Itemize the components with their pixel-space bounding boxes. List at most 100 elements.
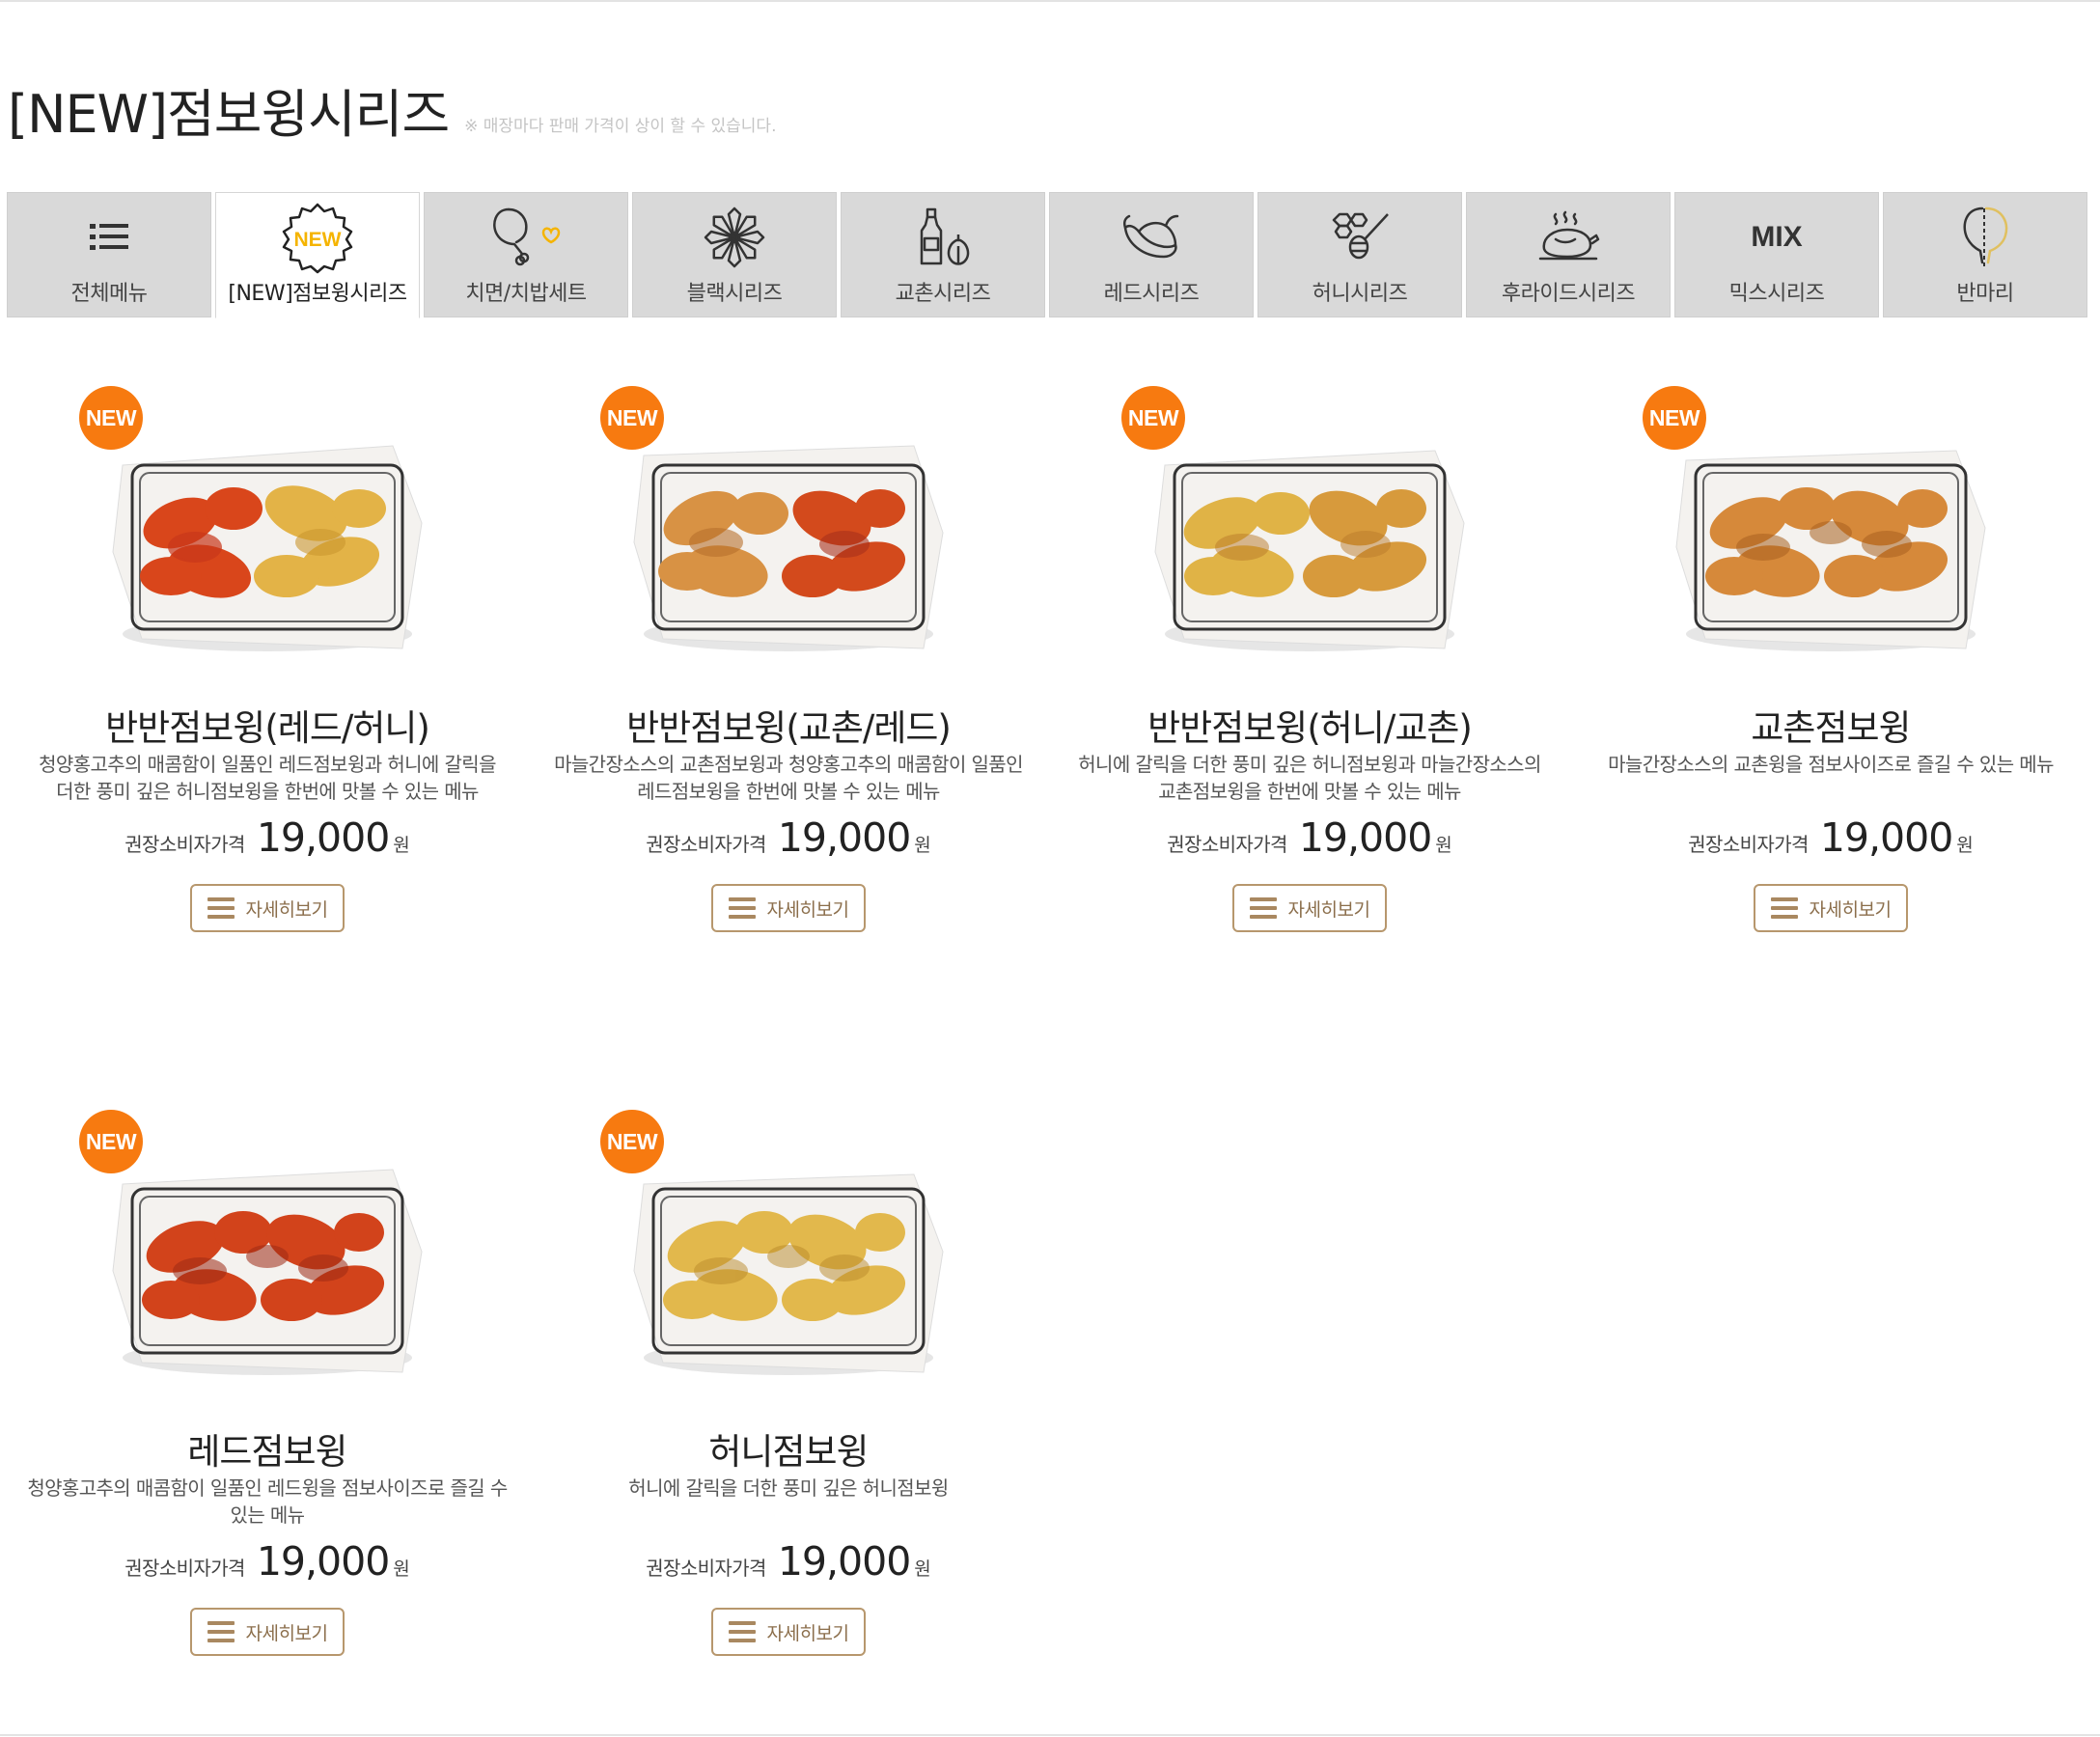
tab-noodle-rice-set[interactable]: 치면/치밥세트 bbox=[424, 192, 628, 317]
tab-mix-series[interactable]: MIX 믹스시리즈 bbox=[1674, 192, 1879, 317]
price-unit: 원 bbox=[393, 835, 410, 856]
price-label: 권장소비자가격 bbox=[124, 833, 245, 856]
product-card[interactable]: NEW 레드점보윙 청양홍고추의 매콤함이 일품인 레드윙을 점보사이즈로 즐길… bbox=[7, 1090, 528, 1656]
price-unit: 원 bbox=[1435, 835, 1452, 856]
detail-button-label: 자세히보기 bbox=[1287, 898, 1370, 921]
price-value: 19,000 bbox=[256, 1538, 390, 1585]
price-row: 권장소비자가격 19,000 원 bbox=[7, 1538, 528, 1585]
new-badge: NEW bbox=[1643, 386, 1706, 450]
price-row: 권장소비자가격 19,000 원 bbox=[528, 814, 1049, 861]
price-label: 권장소비자가격 bbox=[1167, 833, 1287, 856]
tab-honey-series[interactable]: 허니시리즈 bbox=[1257, 192, 1462, 317]
tab-label: 블랙시리즈 bbox=[686, 282, 783, 306]
new-badge: NEW bbox=[600, 1110, 664, 1173]
detail-button-label: 자세히보기 bbox=[766, 1622, 849, 1644]
tab-label: 반마리 bbox=[1956, 282, 2014, 306]
tab-fried-series[interactable]: 후라이드시리즈 bbox=[1466, 192, 1671, 317]
price-value: 19,000 bbox=[1819, 814, 1953, 861]
tab-new-jumbo-wing[interactable]: NEW [NEW]점보윙시리즈 bbox=[215, 192, 420, 318]
soy-sauce-garlic-icon bbox=[914, 199, 972, 276]
product-description: 마늘간장소스의 교촌윙을 점보사이즈로 즐길 수 있는 메뉴 bbox=[1608, 753, 2054, 776]
price-value: 19,000 bbox=[1298, 814, 1432, 861]
product-name: 반반점보윙(레드/허니) bbox=[105, 707, 430, 749]
tab-all-menu[interactable]: 전체메뉴 bbox=[7, 192, 211, 317]
product-image[interactable]: NEW bbox=[7, 1090, 528, 1390]
tab-kyochon-series[interactable]: 교촌시리즈 bbox=[841, 192, 1045, 317]
mix-text-icon: MIX bbox=[1751, 221, 1803, 253]
price-label: 권장소비자가격 bbox=[646, 833, 766, 856]
detail-button[interactable]: 자세히보기 bbox=[190, 884, 345, 932]
product-description: 청양홍고추의 매콤함이 일품인 레드점보윙과 허니에 갈릭을 더한 풍미 깊은 허… bbox=[39, 753, 496, 803]
detail-button[interactable]: 자세히보기 bbox=[1232, 884, 1387, 932]
price-unit: 원 bbox=[393, 1558, 410, 1580]
new-badge: NEW bbox=[1121, 386, 1185, 450]
tab-label: 레드시리즈 bbox=[1103, 282, 1200, 306]
detail-button-label: 자세히보기 bbox=[1809, 898, 1892, 921]
product-image[interactable]: NEW bbox=[1570, 367, 2091, 666]
price-label: 권장소비자가격 bbox=[646, 1557, 766, 1580]
new-badge-icon: NEW bbox=[278, 199, 357, 276]
product-image[interactable]: NEW bbox=[528, 367, 1049, 666]
price-row: 권장소비자가격 19,000 원 bbox=[1570, 814, 2091, 861]
star-anise-icon bbox=[704, 199, 765, 276]
price-unit: 원 bbox=[1956, 835, 1974, 856]
price-label: 권장소비자가격 bbox=[124, 1557, 245, 1580]
price-value: 19,000 bbox=[256, 814, 390, 861]
detail-button[interactable]: 자세히보기 bbox=[1754, 884, 1908, 932]
price-unit: 원 bbox=[914, 835, 931, 856]
page-title: [NEW]점보윙시리즈 bbox=[8, 84, 450, 145]
product-card[interactable]: NEW 반반점보윙(교촌/레드) 마늘간장소스의 교촌점보윙과 청양홍고추의 매… bbox=[528, 367, 1049, 932]
product-description: 허니에 갈릭을 더한 풍미 깊은 허니점보윙 bbox=[628, 1476, 949, 1500]
detail-button[interactable]: 자세히보기 bbox=[190, 1608, 345, 1656]
price-notice: ※ 매장마다 판매 가격이 상이 할 수 있습니다. bbox=[464, 117, 777, 136]
drumstick-heart-icon bbox=[487, 199, 565, 276]
tab-black-series[interactable]: 블랙시리즈 bbox=[632, 192, 837, 317]
chicken-basket-image bbox=[1154, 450, 1465, 651]
tab-half-chicken[interactable]: 반마리 bbox=[1883, 192, 2087, 317]
chicken-basket-image bbox=[1675, 450, 1986, 651]
menu-lines-icon bbox=[207, 897, 235, 919]
product-image[interactable]: NEW bbox=[7, 367, 528, 666]
product-name: 반반점보윙(교촌/레드) bbox=[626, 707, 952, 749]
tab-label: 믹스시리즈 bbox=[1728, 282, 1825, 306]
product-image[interactable]: NEW bbox=[528, 1090, 1049, 1390]
product-card[interactable]: NEW 반반점보윙(레드/허니) 청양홍고추의 매콤함이 일품인 레드점보윙과 … bbox=[7, 367, 528, 932]
chicken-basket-image bbox=[633, 1173, 944, 1375]
tab-red-series[interactable]: 레드시리즈 bbox=[1049, 192, 1254, 317]
chicken-basket-image bbox=[633, 445, 944, 651]
product-name: 반반점보윙(허니/교촌) bbox=[1147, 707, 1473, 749]
price-row: 권장소비자가격 19,000 원 bbox=[7, 814, 528, 861]
detail-button-label: 자세히보기 bbox=[766, 898, 849, 921]
roast-chicken-icon bbox=[1536, 199, 1600, 276]
list-icon bbox=[88, 199, 130, 276]
svg-text:NEW: NEW bbox=[294, 229, 342, 251]
detail-button[interactable]: 자세히보기 bbox=[711, 1608, 866, 1656]
tab-label: 교촌시리즈 bbox=[895, 282, 991, 306]
product-image[interactable]: NEW bbox=[1049, 367, 1570, 666]
product-name: 교촌점보윙 bbox=[1751, 707, 1911, 749]
product-card[interactable]: NEW 반반점보윙(허니/교촌) 허니에 갈릭을 더한 풍미 깊은 허니점보윙과… bbox=[1049, 367, 1570, 932]
new-badge: NEW bbox=[79, 386, 143, 450]
price-row: 권장소비자가격 19,000 원 bbox=[1049, 814, 1570, 861]
menu-lines-icon bbox=[728, 897, 756, 919]
tab-label: 허니시리즈 bbox=[1312, 282, 1408, 306]
tab-label: 전체메뉴 bbox=[70, 282, 148, 306]
chicken-basket-image bbox=[112, 1169, 423, 1375]
tab-label: 치면/치밥세트 bbox=[465, 282, 587, 306]
chicken-basket-image bbox=[112, 445, 423, 651]
price-value: 19,000 bbox=[777, 814, 911, 861]
detail-button[interactable]: 자세히보기 bbox=[711, 884, 866, 932]
product-name: 레드점보윙 bbox=[187, 1431, 347, 1473]
product-description: 마늘간장소스의 교촌점보윙과 청양홍고추의 매콤함이 일품인 레드점보윙을 한번에… bbox=[554, 753, 1023, 803]
menu-lines-icon bbox=[1249, 897, 1277, 919]
price-row: 권장소비자가격 19,000 원 bbox=[528, 1538, 1049, 1585]
product-description: 허니에 갈릭을 더한 풍미 깊은 허니점보윙과 마늘간장소스의 교촌점보윙을 한번… bbox=[1078, 753, 1541, 803]
tab-label: 후라이드시리즈 bbox=[1501, 282, 1636, 306]
price-unit: 원 bbox=[914, 1558, 931, 1580]
product-card[interactable]: NEW 허니점보윙 허니에 갈릭을 더한 풍미 깊은 허니점보윙 권장소비자가격… bbox=[528, 1090, 1049, 1656]
tab-label: [NEW]점보윙시리즈 bbox=[228, 282, 407, 306]
menu-lines-icon bbox=[1770, 897, 1798, 919]
product-card[interactable]: NEW 교촌점보윙 마늘간장소스의 교촌윙을 점보사이즈로 즐길 수 있는 메뉴… bbox=[1570, 367, 2091, 932]
bottom-divider bbox=[0, 1734, 2100, 1736]
product-name: 허니점보윙 bbox=[708, 1431, 869, 1473]
